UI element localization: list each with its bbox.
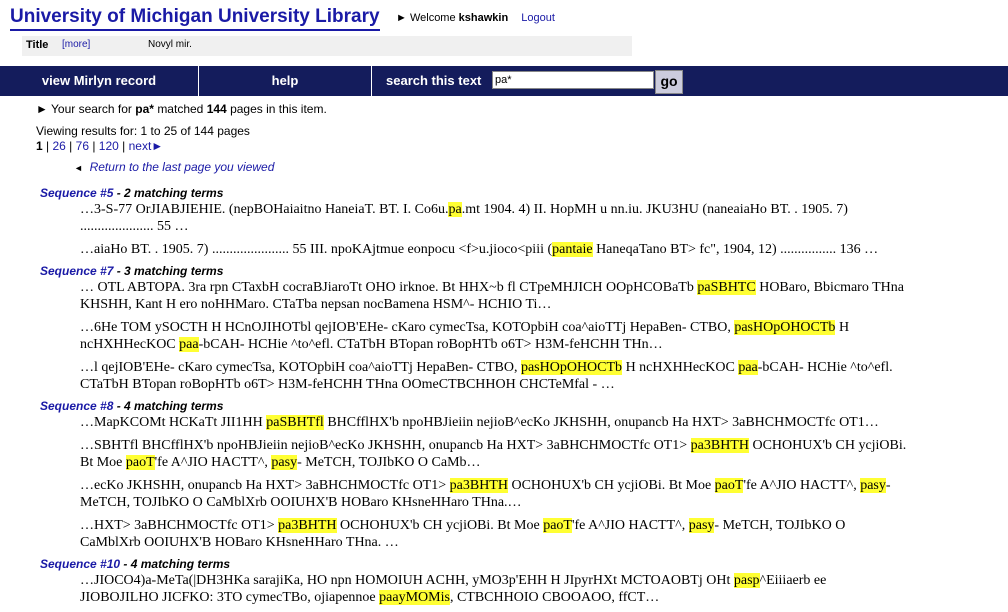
result-snippet: …aiaHo BT. . 1905. 7) ..................… [80,241,908,258]
snippet-text: H ncHXHHecKOC [622,360,739,375]
snippet-text: OCHOHUX'b CH ycjiOBi. Bt Moe [507,478,715,493]
search-label: search this text [386,73,482,88]
sequence-header: Sequence #10 - 4 matching terms [40,557,1008,571]
highlighted-match: paa [738,360,758,375]
result-snippet: …SBHTfl BHCfflHX'b npoHBJieiin nejioB^ec… [80,437,908,471]
highlighted-match: paSBHTC [697,280,756,295]
snippet-text: , CTBCHHOIO CBOOAOO, ffCT… [449,590,660,605]
snippet-text: …6He TOM ySOCTH H HCnOJIHOTbl qejIOB'EHe… [80,320,735,335]
result-snippet: …JIOCO4)a-MeTa(|DH3HKa sarajiKa, HO npn … [80,572,908,606]
sequence-link[interactable]: Sequence #5 [40,186,113,200]
back-arrow-icon: ◄ [74,163,83,173]
snippet-text: HaneqaTano BT> fc", 1904, 12) ..........… [592,242,879,257]
site-header: University of Michigan University Librar… [10,6,380,31]
highlighted-match: pasHOpOHOCTb [734,320,836,335]
highlighted-match: pa3BHTH [449,478,508,493]
highlighted-match: paoT [125,455,155,470]
viewing-range: Viewing results for: 1 to 25 of 144 page… [36,124,250,138]
matching-terms-count: - 4 matching terms [113,399,224,413]
highlighted-match: paayMOMis [379,590,450,605]
snippet-text: …MapKCOMt HCKaTt JII1HH [80,415,267,430]
page-link-120[interactable]: 120 [99,139,119,153]
highlighted-match: paoT [714,478,744,493]
sequence-header: Sequence #5 - 2 matching terms [40,186,1008,200]
page-link-76[interactable]: 76 [76,139,89,153]
help-button[interactable]: help [199,66,372,96]
snippet-text: - MeTCH, TOJIbKO O CaMb… [297,455,481,470]
current-page: 1 [36,139,43,153]
return-last-page-link[interactable]: Return to the last page you viewed [90,160,275,174]
highlighted-match: paoT [543,518,572,533]
results-list: Sequence #5 - 2 matching terms …3-S-77 Or… [0,182,1008,612]
highlighted-match: pa3BHTH [690,438,749,453]
sequence-link[interactable]: Sequence #8 [40,399,113,413]
logout-link[interactable]: Logout [521,12,555,24]
snippet-text: 'fe A^JIO HACTT^, [154,455,272,470]
search-term: pa* [135,102,154,116]
highlighted-match: paSBHTfl [266,415,324,430]
snippet-text: …HXT> 3aBHCHMOCTfc OT1> [80,518,279,533]
search-form: search this text go [372,66,1008,96]
snippet-text: 'fe A^JIO HACTT^, [743,478,861,493]
sequence-header: Sequence #8 - 4 matching terms [40,399,1008,413]
snippet-text: …SBHTfl BHCfflHX'b npoHBJieiin nejioB^ec… [80,438,691,453]
highlighted-match: pasy [688,518,715,533]
result-snippet: …MapKCOMt HCKaTt JII1HH paSBHTfl BHCfflH… [80,414,908,431]
highlighted-match: pasp [733,573,760,588]
result-snippet: …3-S-77 OrJIABJIEHIE. (nepBOHaiaitno Han… [80,201,908,235]
matching-terms-count: - 2 matching terms [113,186,224,200]
result-snippet: …HXT> 3aBHCHMOCTfc OT1> pa3BHTH OCHOHUX'… [80,517,908,551]
snippet-text: …JIOCO4)a-MeTa(|DH3HKa sarajiKa, HO npn … [80,573,734,588]
snippet-text: -bCAH- HCHie ^to^efl. CTaTbH BTopan roBo… [198,337,663,352]
result-snippet: …ecKo JKHSHH, onupancb Ha HXT> 3aBHCHMOC… [80,477,908,511]
pagination: 1 | 26 | 76 | 120 | next► [36,139,164,153]
matching-terms-count: - 4 matching terms [120,557,231,571]
return-link-row: ◄ Return to the last page you viewed [74,160,274,174]
snippet-text: BHCfflHX'b npoHBJieiin nejioB^ecKo JKHSH… [323,415,879,430]
snippet-text: OCHOHUX'b CH ycjiOBi. Bt Moe [336,518,544,533]
highlighted-match: paa [179,337,199,352]
username: kshawkin [458,12,509,24]
snippet-text: … OTL ABTOPA. 3ra rpn CTaxbH cocraBJiaro… [80,280,698,295]
search-summary: ► Your search for pa* matched 144 pages … [36,102,327,116]
result-snippet: …6He TOM ySOCTH H HCnOJIHOTbl qejIOB'EHe… [80,319,908,353]
highlighted-match: pa3BHTH [278,518,337,533]
item-metadata: Title [more] Novyl mir. [22,36,632,56]
welcome-bar: ► Welcome kshawkin Logout [396,12,555,24]
result-snippet: …l qejIOB'EHe- cKaro cymecTsa, KOTOpbiH … [80,359,908,393]
title-label: Title [26,39,49,51]
page-link-26[interactable]: 26 [52,139,65,153]
snippet-text: 'fe A^JIO HACTT^, [571,518,689,533]
snippet-text: …ecKo JKHSHH, onupancb Ha HXT> 3aBHCHMOC… [80,478,450,493]
highlighted-match: pasHOpOHOCTb [520,360,623,375]
go-button[interactable]: go [655,70,683,94]
sequence-link[interactable]: Sequence #7 [40,264,113,278]
more-link[interactable]: [more] [62,36,90,54]
snippet-text: …3-S-77 OrJIABJIEHIE. (nepBOHaiaitno Han… [80,202,449,217]
highlighted-match: pasy [860,478,886,493]
view-mirlyn-record-button[interactable]: view Mirlyn record [0,66,199,96]
match-count: 144 [206,102,227,116]
highlighted-match: pantaie [552,242,593,257]
next-page-link[interactable]: next► [129,139,164,153]
sequence-link[interactable]: Sequence #10 [40,557,120,571]
title-value: Novyl mir. [148,39,192,50]
highlighted-match: pa [448,202,462,217]
snippet-text: …aiaHo BT. . 1905. 7) ..................… [80,242,553,257]
library-logo-link[interactable]: University of Michigan University Librar… [10,6,380,31]
snippet-text: …l qejIOB'EHe- cKaro cymecTsa, KOTOpbiH … [80,360,521,375]
result-snippet: … OTL ABTOPA. 3ra rpn CTaxbH cocraBJiaro… [80,279,908,313]
sequence-header: Sequence #7 - 3 matching terms [40,264,1008,278]
matching-terms-count: - 3 matching terms [113,264,224,278]
welcome-text: ► Welcome [396,12,456,24]
nav-bar: view Mirlyn record help search this text… [0,66,1008,96]
highlighted-match: pasy [271,455,298,470]
search-input[interactable] [492,71,654,89]
